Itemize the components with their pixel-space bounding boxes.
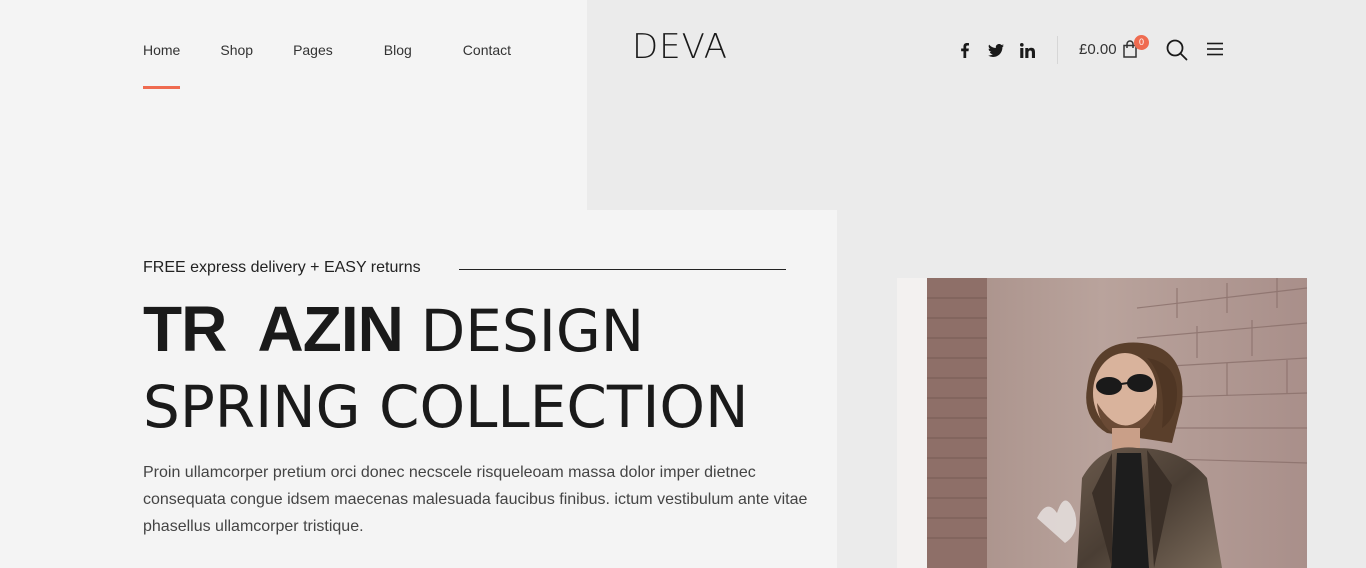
hero-headline-light: DESIGN [420, 297, 645, 365]
social-links [956, 41, 1036, 59]
cart-count-badge: 0 [1134, 35, 1149, 50]
nav-item-blog[interactable]: Blog [384, 40, 412, 60]
header-divider [1057, 36, 1058, 64]
hero-description: Proin ullamcorper pretium orci donec nec… [143, 464, 808, 535]
main-nav: Home Shop Pages Blog Contact [143, 40, 551, 89]
hero-model-photo [897, 278, 1307, 568]
tagline-rule [459, 269, 786, 270]
search-icon[interactable] [1166, 39, 1188, 61]
nav-item-contact[interactable]: Contact [463, 40, 511, 60]
nav-item-home[interactable]: Home [143, 40, 181, 89]
hero-headline-line2: SPRING COLLECTION [143, 373, 749, 441]
nav-item-shop[interactable]: Shop [220, 40, 253, 60]
twitter-icon[interactable] [987, 41, 1005, 59]
hero-tagline: FREE express delivery + EASY returns [143, 259, 421, 276]
nav-item-pages[interactable]: Pages [293, 40, 333, 60]
model-photo-illustration [897, 278, 1307, 568]
hamburger-menu-icon[interactable] [1206, 42, 1224, 56]
linkedin-icon[interactable] [1018, 41, 1036, 59]
hero-tagline-row: FREE express delivery + EASY returns [143, 259, 421, 277]
facebook-icon[interactable] [956, 41, 974, 59]
cart-button[interactable]: £0.00 [1079, 40, 1137, 58]
cart-total: £0.00 [1079, 40, 1117, 58]
hero-headline: TR AZIN DESIGN [143, 292, 644, 368]
site-logo[interactable]: DEVA [632, 29, 728, 65]
hero-headline-bold: TR AZIN [143, 293, 404, 365]
